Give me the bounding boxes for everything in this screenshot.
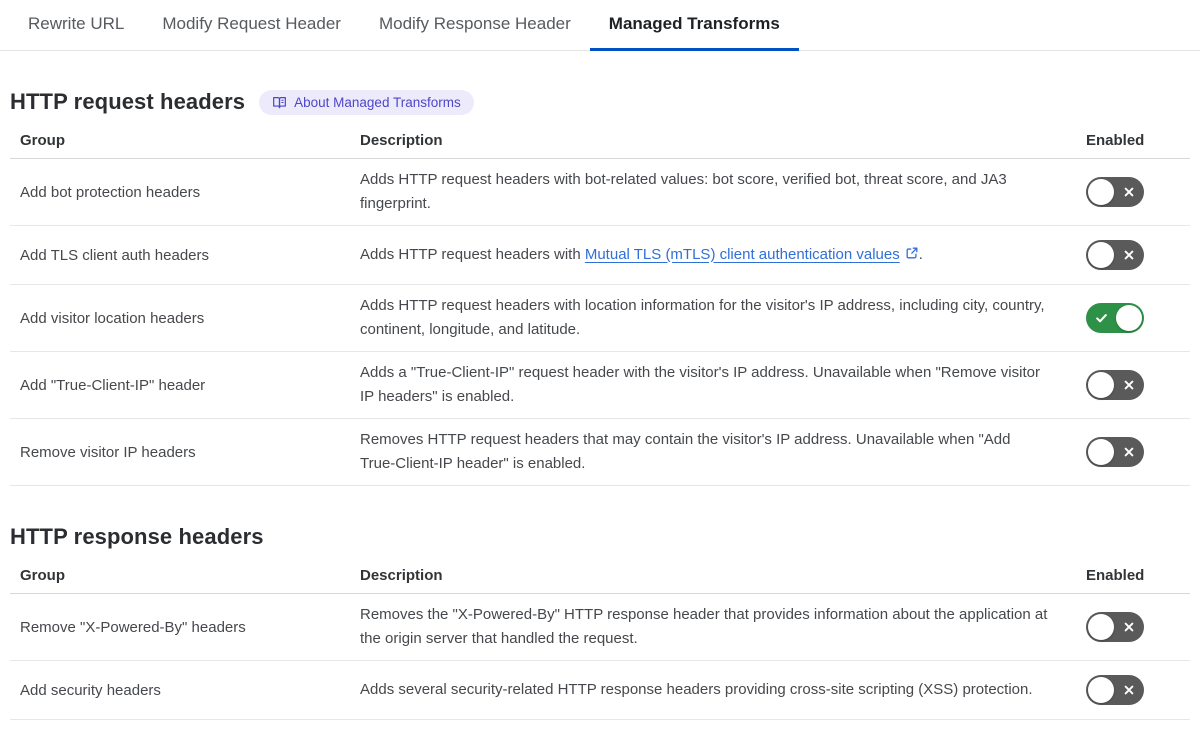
- row-description: Adds several security-related HTTP respo…: [360, 678, 1058, 702]
- x-icon: [1123, 621, 1135, 633]
- toggle-knob: [1088, 614, 1114, 640]
- row-group-label: Add security headers: [20, 681, 161, 699]
- about-managed-transforms-badge[interactable]: About Managed Transforms: [259, 89, 474, 115]
- row-description: Removes HTTP request headers that may co…: [360, 428, 1058, 476]
- row-group-label: Add TLS client auth headers: [20, 246, 210, 264]
- request-section-header: HTTP request headers About Managed Trans…: [10, 89, 1190, 115]
- description-text: Adds HTTP request headers with bot-relat…: [360, 171, 1007, 212]
- table-row: Add security headers Adds several securit…: [10, 661, 1190, 720]
- enabled-toggle[interactable]: [1086, 303, 1144, 333]
- request-headers-table: Group Description Enabled Add bot protec…: [10, 129, 1190, 486]
- description-text: Adds a "True-Client-IP" request header w…: [360, 364, 1040, 405]
- row-description: Adds HTTP request headers with bot-relat…: [360, 168, 1058, 216]
- enabled-cell: [1080, 240, 1190, 270]
- request-table-body: Add bot protection headers Adds HTTP requ…: [10, 159, 1190, 486]
- x-icon: [1123, 379, 1135, 391]
- row-description: Adds HTTP request headers with location …: [360, 294, 1058, 342]
- x-icon: [1123, 249, 1135, 261]
- enabled-cell: [1080, 370, 1190, 400]
- response-table-body: Remove "X-Powered-By" headers Removes the…: [10, 594, 1190, 720]
- row-group-label: Remove visitor IP headers: [20, 443, 196, 461]
- response-headers-section: HTTP response headers Group Description …: [10, 524, 1190, 720]
- request-section-title: HTTP request headers: [10, 89, 246, 114]
- tab-modify-request-header[interactable]: Modify Request Header: [143, 0, 360, 51]
- description-text: Adds HTTP request headers with: [360, 245, 585, 263]
- toggle-knob: [1088, 677, 1114, 703]
- x-icon: [1123, 186, 1135, 198]
- enabled-cell: [1080, 675, 1190, 705]
- enabled-toggle[interactable]: [1086, 240, 1144, 270]
- column-header-description: Description: [360, 132, 443, 149]
- row-group-label: Add "True-Client-IP" header: [20, 376, 206, 394]
- enabled-toggle[interactable]: [1086, 675, 1144, 705]
- toggle-knob: [1088, 179, 1114, 205]
- toggle-knob: [1088, 242, 1114, 268]
- toggle-knob: [1088, 372, 1114, 398]
- tab-managed-transforms[interactable]: Managed Transforms: [589, 0, 799, 51]
- row-description: Removes the "X-Powered-By" HTTP response…: [360, 603, 1058, 651]
- description-text: Adds HTTP request headers with location …: [360, 297, 1045, 338]
- enabled-toggle[interactable]: [1086, 437, 1144, 467]
- tab-bar: Rewrite URL Modify Request Header Modify…: [0, 0, 1200, 51]
- enabled-toggle[interactable]: [1086, 612, 1144, 642]
- table-row: Add bot protection headers Adds HTTP requ…: [10, 159, 1190, 226]
- description-text: .: [918, 245, 923, 263]
- column-header-enabled: Enabled: [1086, 132, 1145, 149]
- description-text: Removes HTTP request headers that may co…: [360, 431, 1011, 472]
- table-row: Remove "X-Powered-By" headers Removes the…: [10, 594, 1190, 661]
- toggle-knob: [1116, 305, 1142, 331]
- response-section-title: HTTP response headers: [10, 524, 264, 549]
- x-icon: [1123, 684, 1135, 696]
- table-row: Remove visitor IP headers Removes HTTP re…: [10, 419, 1190, 486]
- check-icon: [1095, 312, 1108, 325]
- table-header-row: Group Description Enabled: [10, 129, 1190, 159]
- enabled-cell: [1080, 612, 1190, 642]
- description-text: Removes the "X-Powered-By" HTTP response…: [360, 606, 1048, 647]
- table-row: Add TLS client auth headers Adds HTTP req…: [10, 226, 1190, 285]
- column-header-group: Group: [20, 567, 65, 584]
- response-headers-table: Group Description Enabled Remove "X-Powe…: [10, 564, 1190, 720]
- enabled-toggle[interactable]: [1086, 370, 1144, 400]
- column-header-group: Group: [20, 132, 65, 149]
- description-text: Adds several security-related HTTP respo…: [360, 681, 1033, 698]
- row-group-label: Remove "X-Powered-By" headers: [20, 618, 246, 636]
- request-headers-section: HTTP request headers About Managed Trans…: [10, 89, 1190, 486]
- column-header-enabled: Enabled: [1086, 567, 1145, 584]
- mtls-doc-link[interactable]: Mutual TLS (mTLS) client authentication …: [585, 246, 919, 263]
- row-group-label: Add visitor location headers: [20, 309, 205, 327]
- table-header-row: Group Description Enabled: [10, 564, 1190, 594]
- response-section-header: HTTP response headers: [10, 524, 1190, 550]
- book-icon: [272, 95, 287, 110]
- table-row: Add "True-Client-IP" header Adds a "True-…: [10, 352, 1190, 419]
- row-group-label: Add bot protection headers: [20, 183, 201, 201]
- x-icon: [1123, 446, 1135, 458]
- external-link-icon: [905, 244, 919, 268]
- row-description: Adds a "True-Client-IP" request header w…: [360, 361, 1058, 409]
- row-description: Adds HTTP request headers with Mutual TL…: [360, 243, 1058, 268]
- enabled-cell: [1080, 437, 1190, 467]
- column-header-description: Description: [360, 567, 443, 584]
- tab-rewrite-url[interactable]: Rewrite URL: [9, 0, 143, 51]
- toggle-knob: [1088, 439, 1114, 465]
- enabled-toggle[interactable]: [1086, 177, 1144, 207]
- badge-label: About Managed Transforms: [294, 94, 461, 110]
- enabled-cell: [1080, 303, 1190, 333]
- tab-modify-response-header[interactable]: Modify Response Header: [360, 0, 590, 51]
- enabled-cell: [1080, 177, 1190, 207]
- table-row: Add visitor location headers Adds HTTP re…: [10, 285, 1190, 352]
